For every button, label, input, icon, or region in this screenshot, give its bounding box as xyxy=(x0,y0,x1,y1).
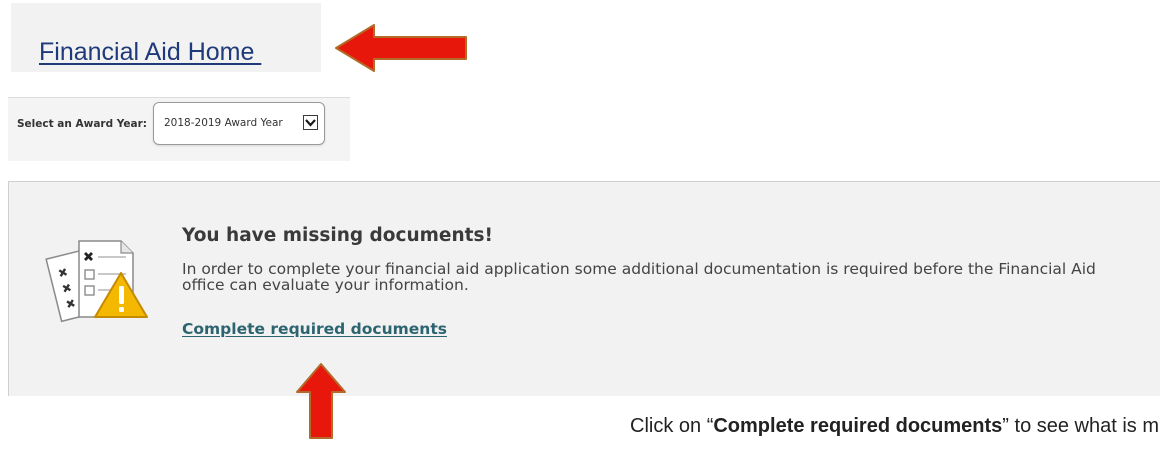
award-year-bar: Select an Award Year: 2018-2019 Award Ye… xyxy=(8,97,350,161)
missing-documents-warning-icon xyxy=(45,240,148,323)
dropdown-arrow-icon[interactable] xyxy=(303,115,318,130)
red-arrow-up-icon xyxy=(296,363,346,439)
page: Financial Aid Home Select an Award Year:… xyxy=(0,0,1160,454)
award-year-label: Select an Award Year: xyxy=(17,118,148,130)
arrow-up-shape xyxy=(296,363,346,439)
alert-title: You have missing documents! xyxy=(182,225,493,246)
chevron-down-icon xyxy=(305,119,316,127)
alert-message: In order to complete your financial aid … xyxy=(182,260,1096,294)
award-year-selected-value: 2018-2019 Award Year xyxy=(164,117,283,129)
financial-aid-home-link[interactable]: Financial Aid Home xyxy=(39,38,261,67)
complete-required-documents-link[interactable]: Complete required documents xyxy=(182,320,447,338)
instruction-suffix: ” to see what is missing. xyxy=(1002,415,1160,437)
missing-documents-alert: You have missing documents! In order to … xyxy=(8,181,1160,396)
instruction-prefix: Click on “ xyxy=(630,415,714,437)
instruction-emphasis: Complete required documents xyxy=(713,415,1003,437)
home-banner: Financial Aid Home xyxy=(11,3,321,72)
arrow-left-shape xyxy=(335,24,467,72)
red-arrow-left-icon xyxy=(335,24,467,72)
award-year-select[interactable]: 2018-2019 Award Year xyxy=(153,102,325,145)
instruction-caption: Click on “Complete required documents” t… xyxy=(630,415,1160,438)
